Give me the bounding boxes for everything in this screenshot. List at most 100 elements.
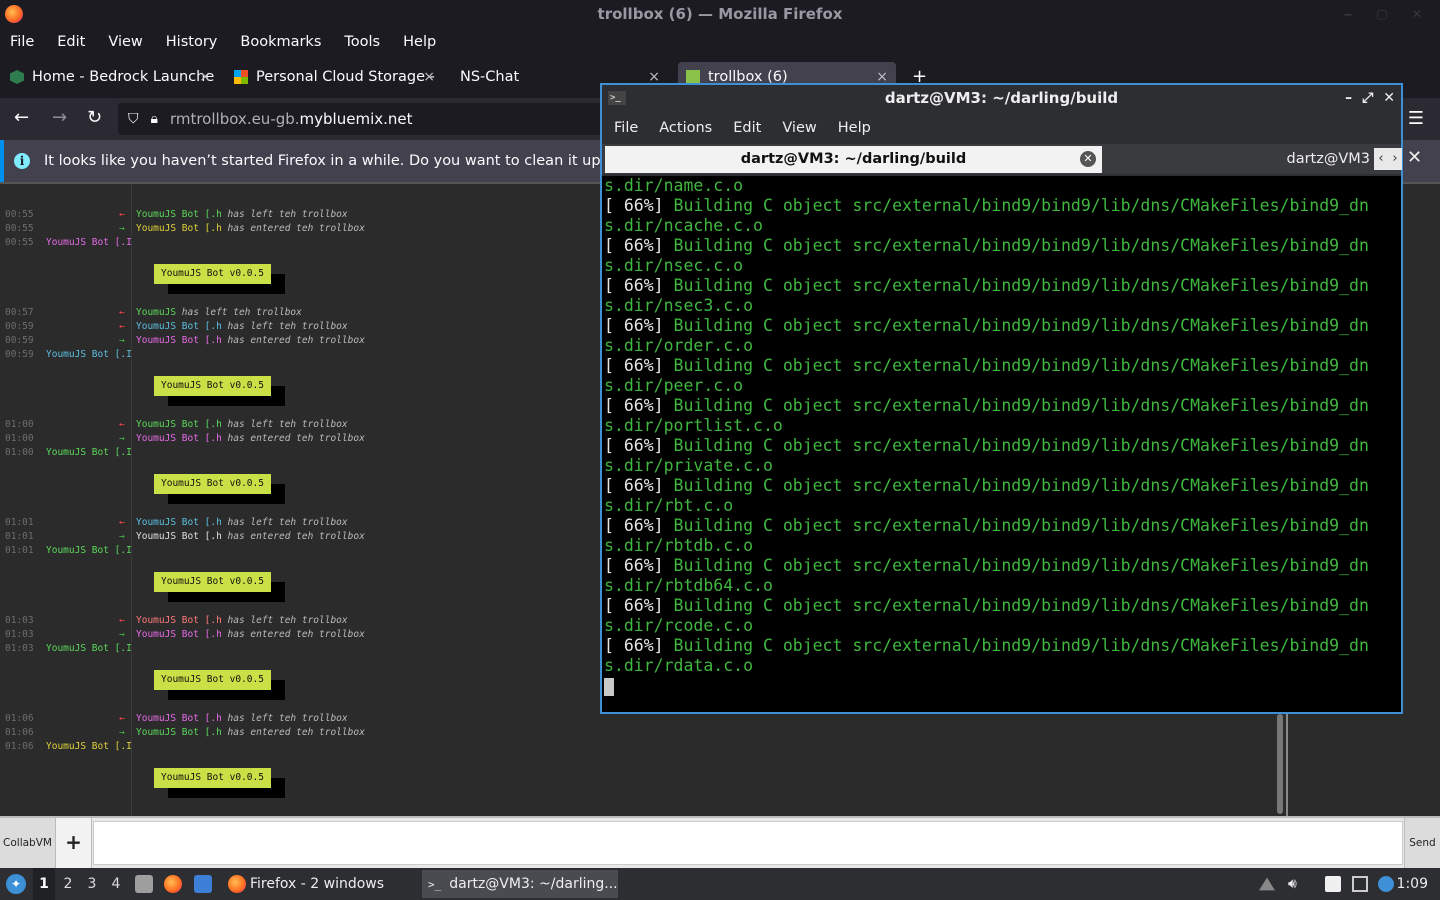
terminal-text: s.dir/rbtdb64.c.o <box>604 576 773 595</box>
clipboard-icon[interactable] <box>1325 876 1341 892</box>
maximize-icon[interactable]: ⤢ <box>1362 85 1373 112</box>
event-text: YoumuJS Bot [.h has entered teh trollbox <box>136 222 365 236</box>
term-menu-actions[interactable]: Actions <box>659 120 712 136</box>
back-arrow-icon[interactable]: ← <box>14 107 29 128</box>
url-bar[interactable]: ⛉ 🔒︎ rmtrollbox.eu-gb.mybluemix.net <box>118 103 608 135</box>
username[interactable]: YoumuJS Bot [.h <box>136 531 222 542</box>
username[interactable]: YoumuJS Bot [.h <box>136 727 222 738</box>
timestamp: 01:01 <box>5 531 34 542</box>
task-label: Firefox - 2 windows <box>250 876 385 892</box>
start-menu-icon[interactable]: ✦ <box>6 874 26 894</box>
tracking-shield-icon[interactable]: ⛉ <box>128 111 139 127</box>
firefox-window-controls[interactable]: ‒ ▢ ✕ <box>1344 0 1432 28</box>
task-terminal[interactable]: >_ dartz@VM3: ~/darling... <box>422 870 618 898</box>
chat-input[interactable] <box>93 821 1403 865</box>
hamburger-menu-icon[interactable]: ☰ <box>1408 108 1424 129</box>
workspace-1[interactable]: 1 <box>33 868 55 900</box>
workspace-4[interactable]: 4 <box>105 868 127 900</box>
username[interactable]: YoumuJS Bot [.h <box>136 629 222 640</box>
tab-close-icon[interactable]: ✕ <box>1080 151 1096 167</box>
username[interactable]: YoumuJS Bot [.h <box>136 615 222 626</box>
username[interactable]: YoumuJS Bot [.I <box>46 446 132 460</box>
tab-personal-cloud-storage[interactable]: Personal Cloud Storage - × <box>234 62 439 92</box>
terminal-app-icon[interactable]: >_ <box>608 91 626 105</box>
build-progress: [ 66%] <box>604 276 664 295</box>
terminal-output[interactable]: s.dir/name.c.o [ 66%] Building C object s… <box>602 176 1401 712</box>
menu-view[interactable]: View <box>108 34 142 50</box>
terminal-window-controls: – ⤢ ✕ <box>1345 85 1395 112</box>
event-action: has entered teh trollbox <box>221 727 365 738</box>
chevron-right-icon[interactable]: › <box>1388 148 1402 170</box>
lock-icon[interactable]: 🔒︎ <box>151 111 158 127</box>
timestamp: 01:03 <box>5 643 34 654</box>
terminal-titlebar[interactable]: >_ dartz@VM3: ~/darling/build – ⤢ ✕ <box>602 85 1401 112</box>
eject-icon[interactable] <box>1259 877 1275 891</box>
event-text: YoumuJS Bot [.h has left teh trollbox <box>136 614 348 628</box>
file-manager-icon[interactable] <box>135 875 153 893</box>
username[interactable]: YoumuJS Bot [.I <box>46 740 132 754</box>
username[interactable]: YoumuJS Bot [.I <box>46 348 132 362</box>
username[interactable]: YoumuJS Bot [.I <box>46 642 132 656</box>
workspace-3[interactable]: 3 <box>81 868 103 900</box>
send-button[interactable]: Send <box>1404 818 1440 868</box>
username[interactable]: YoumuJS Bot [.h <box>136 209 222 220</box>
username[interactable]: YoumuJS Bot [.h <box>136 321 222 332</box>
username[interactable]: YoumuJS <box>136 307 176 318</box>
terminal-tab-active[interactable]: dartz@VM3: ~/darling/build ✕ <box>605 146 1102 173</box>
firefox-launcher-icon[interactable] <box>164 875 182 893</box>
tab-close-icon[interactable]: × <box>199 69 211 85</box>
chevron-left-icon[interactable]: ‹ <box>1374 148 1388 170</box>
workspace-2[interactable]: 2 <box>57 868 79 900</box>
task-firefox[interactable]: Firefox - 2 windows <box>222 870 390 898</box>
username[interactable]: YoumuJS Bot [.h <box>136 223 222 234</box>
term-menu-view[interactable]: View <box>782 120 816 136</box>
display-icon[interactable] <box>1352 876 1368 892</box>
terminal-line: s.dir/portlist.c.o <box>604 416 1401 436</box>
build-progress: [ 66%] <box>604 516 664 535</box>
desktop-icon[interactable] <box>194 875 212 893</box>
collabvm-tab[interactable]: CollabVM <box>0 818 56 868</box>
username[interactable]: YoumuJS Bot [.h <box>136 433 222 444</box>
build-progress: [ 66%] <box>604 596 664 615</box>
term-menu-edit[interactable]: Edit <box>733 120 761 136</box>
build-progress: [ 66%] <box>604 236 664 255</box>
build-progress: [ 66%] <box>604 316 664 335</box>
menu-file[interactable]: File <box>10 34 34 50</box>
tab-close-icon[interactable]: × <box>423 69 435 85</box>
username[interactable]: YoumuJS Bot [.h <box>136 419 222 430</box>
event-text: YoumuJS Bot [.h has left teh trollbox <box>136 418 348 432</box>
volume-icon[interactable]: 🔊︎ <box>1288 876 1304 892</box>
add-button[interactable]: + <box>56 818 92 868</box>
clock[interactable]: 1:09 <box>1397 868 1428 900</box>
terminal-tab-second[interactable]: dartz@VM3 <box>1104 146 1374 173</box>
terminal-text: s.dir/name.c.o <box>604 176 744 195</box>
term-menu-file[interactable]: File <box>614 120 638 136</box>
username[interactable]: YoumuJS Bot [.h <box>136 335 222 346</box>
username[interactable]: YoumuJS Bot [.I <box>46 236 132 250</box>
reload-icon[interactable]: ↻ <box>87 107 102 128</box>
url-text[interactable]: rmtrollbox.eu-gb.mybluemix.net <box>170 110 413 128</box>
minimize-icon[interactable]: – <box>1345 85 1352 112</box>
close-tabs-icon[interactable]: ✕ <box>1407 147 1422 168</box>
menu-help[interactable]: Help <box>403 34 436 50</box>
notification-icon[interactable] <box>1378 876 1394 892</box>
timestamp: 01:01 <box>5 517 34 528</box>
term-menu-help[interactable]: Help <box>838 120 871 136</box>
arrow-left-icon: ← <box>119 321 125 332</box>
menu-edit[interactable]: Edit <box>57 34 85 50</box>
menu-history[interactable]: History <box>166 34 218 50</box>
event-text: YoumuJS Bot [.h has entered teh trollbox <box>136 334 365 348</box>
terminal-text: Building C object src/external/bind9/bin… <box>663 276 1369 295</box>
forward-arrow-icon[interactable]: → <box>52 107 67 128</box>
username[interactable]: YoumuJS Bot [.I <box>46 544 132 558</box>
terminal-window: >_ dartz@VM3: ~/darling/build – ⤢ ✕ File… <box>600 83 1403 714</box>
timestamp: 01:06 <box>5 741 34 752</box>
tab-bedrock-launcher[interactable]: Home - Bedrock Launche × <box>10 62 215 92</box>
menu-bookmarks[interactable]: Bookmarks <box>240 34 321 50</box>
timestamp: 00:55 <box>5 237 34 248</box>
menu-tools[interactable]: Tools <box>344 34 380 50</box>
username[interactable]: YoumuJS Bot [.h <box>136 517 222 528</box>
close-icon[interactable]: ✕ <box>1383 85 1395 112</box>
chat-scrollbar[interactable] <box>1277 714 1283 814</box>
username[interactable]: YoumuJS Bot [.h <box>136 713 222 724</box>
